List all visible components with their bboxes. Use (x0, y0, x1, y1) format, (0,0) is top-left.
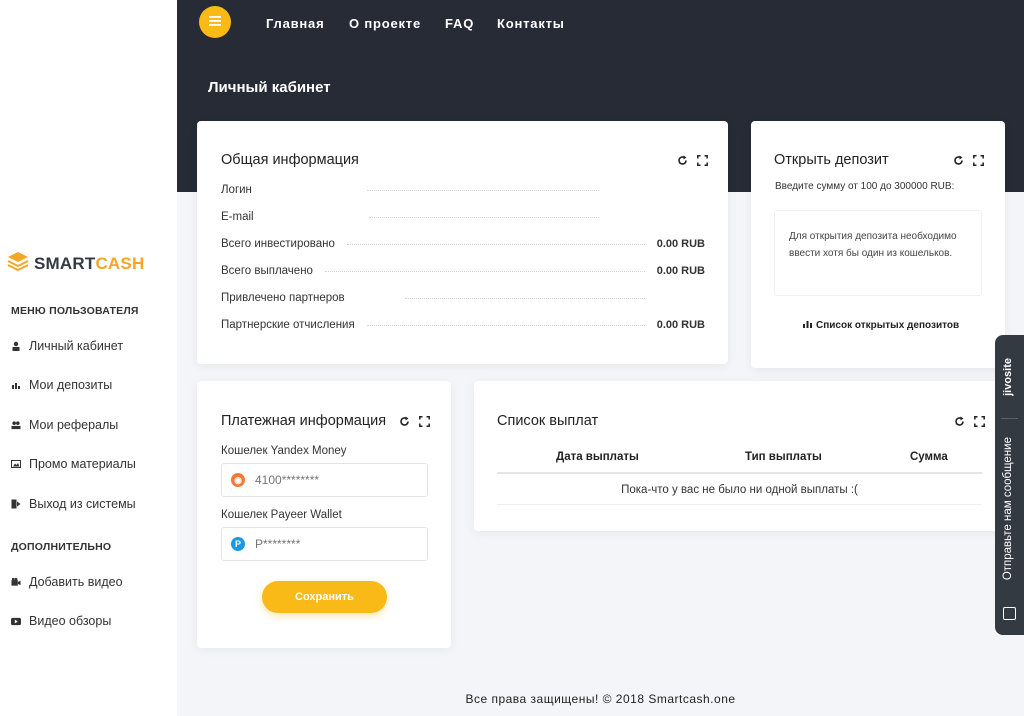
chat-widget-tab[interactable]: jivosite Отправьте нам сообщение (995, 335, 1024, 635)
info-row-email: E-mail (221, 211, 705, 223)
yandex-wallet-field: ◉ (221, 463, 428, 497)
payment-info-card: Платежная информация Кошелек Yandex Mone… (197, 381, 451, 648)
payouts-card: Список выплат Дата выплаты Тип выплаты С… (474, 381, 1005, 531)
yandex-money-icon: ◉ (231, 473, 245, 487)
youtube-icon (11, 616, 21, 626)
sidebar-item-add-video[interactable]: Добавить видео (11, 575, 123, 589)
nav-link-about[interactable]: О проекте (349, 16, 421, 31)
info-row-login: Логин (221, 184, 705, 196)
logout-icon (11, 499, 21, 509)
menu-section-user: МЕНЮ ПОЛЬЗОВАТЕЛЯ (11, 305, 139, 317)
fullscreen-icon[interactable] (418, 415, 430, 427)
sidebar-item-label: Мои рефералы (29, 418, 119, 432)
deposits-list-link-label: Список открытых депозитов (816, 320, 960, 331)
card-title: Открыть депозит (774, 152, 889, 168)
card-tools (952, 154, 984, 166)
card-tools (676, 154, 708, 166)
payouts-table-header: Дата выплаты Тип выплаты Сумма (497, 444, 982, 474)
payeer-icon: P (231, 537, 245, 551)
refresh-icon[interactable] (953, 415, 965, 427)
deposit-hint: Введите сумму от 100 до 300000 RUB: (775, 181, 955, 192)
column-header-amount[interactable]: Сумма (910, 451, 948, 463)
payeer-wallet-label: Кошелек Payeer Wallet (221, 509, 342, 521)
nav-link-home[interactable]: Главная (266, 16, 324, 31)
card-title: Платежная информация (221, 413, 387, 429)
fullscreen-icon[interactable] (972, 154, 984, 166)
payeer-wallet-field: P (221, 527, 428, 561)
refresh-icon[interactable] (952, 154, 964, 166)
yandex-wallet-label: Кошелек Yandex Money (221, 445, 347, 457)
info-row-paid: Всего выплачено 0.00 RUB (221, 265, 705, 277)
video-camera-icon (11, 577, 21, 587)
column-header-type[interactable]: Тип выплаты (745, 451, 822, 463)
bar-chart-icon (803, 320, 812, 331)
bar-chart-icon (11, 380, 21, 390)
fullscreen-icon[interactable] (973, 415, 985, 427)
deposits-list-link[interactable]: Список открытых депозитов (803, 320, 959, 331)
nav-link-faq[interactable]: FAQ (445, 16, 474, 31)
table-divider (497, 504, 982, 505)
sidebar-item-deposits[interactable]: Мои депозиты (11, 378, 112, 392)
page-title: Личный кабинет (208, 79, 331, 96)
menu-section-extra: ДОПОЛНИТЕЛЬНО (11, 541, 112, 553)
chat-message-label: Отправьте нам сообщение (1002, 437, 1014, 581)
sidebar-item-video-reviews[interactable]: Видео обзоры (11, 614, 111, 628)
footer-copyright: Все права защищены! © 2018 Smartcash.one (465, 692, 736, 706)
hamburger-icon (209, 13, 221, 31)
card-tools (398, 415, 430, 427)
open-deposit-card: Открыть депозит Введите сумму от 100 до … (751, 121, 1005, 368)
sidebar-item-label: Мои депозиты (29, 378, 113, 392)
users-icon (11, 420, 21, 430)
sidebar-item-label: Выход из системы (29, 497, 136, 511)
refresh-icon[interactable] (676, 154, 688, 166)
payouts-empty-message: Пока-что у вас не было ни одной выплаты … (621, 484, 858, 496)
nav-link-contacts[interactable]: Контакты (497, 16, 565, 31)
info-row-partners: Привлечено партнеров (221, 292, 705, 304)
card-title: Общая информация (221, 152, 359, 168)
chat-divider (1001, 418, 1018, 419)
user-icon (11, 341, 21, 351)
deposit-notice: Для открытия депозита необходимо ввести … (774, 210, 982, 296)
sidebar-item-label: Личный кабинет (29, 339, 124, 353)
logo[interactable]: SMARTCASH (7, 251, 144, 276)
payeer-wallet-input[interactable] (255, 537, 405, 551)
sidebar-item-label: Добавить видео (29, 575, 123, 589)
yandex-wallet-input[interactable] (255, 473, 405, 487)
menu-toggle-button[interactable] (199, 6, 231, 38)
card-tools (953, 415, 985, 427)
info-row-commission: Партнерские отчисления 0.00 RUB (221, 319, 705, 331)
sidebar-item-dashboard[interactable]: Личный кабинет (11, 339, 123, 353)
logo-text: SMARTCASH (34, 253, 145, 273)
general-info-card: Общая информация Логин E-mail Всего инве… (197, 121, 728, 364)
column-header-date[interactable]: Дата выплаты (556, 451, 639, 463)
sidebar-item-promo[interactable]: Промо материалы (11, 457, 136, 471)
sidebar-item-logout[interactable]: Выход из системы (11, 497, 136, 511)
sidebar: SMARTCASH МЕНЮ ПОЛЬЗОВАТЕЛЯ Личный кабин… (0, 0, 177, 716)
info-row-invested: Всего инвестировано 0.00 RUB (221, 238, 705, 250)
image-icon (11, 459, 21, 469)
logo-icon (7, 251, 29, 276)
sidebar-item-label: Промо материалы (29, 457, 136, 471)
sidebar-item-label: Видео обзоры (29, 614, 112, 628)
fullscreen-icon[interactable] (696, 154, 708, 166)
save-button[interactable]: Сохранить (262, 581, 387, 613)
sidebar-item-referrals[interactable]: Мои рефералы (11, 418, 118, 432)
refresh-icon[interactable] (398, 415, 410, 427)
card-title: Список выплат (497, 413, 599, 429)
chat-brand: jivosite (1002, 358, 1014, 396)
chat-icon (1003, 607, 1016, 620)
